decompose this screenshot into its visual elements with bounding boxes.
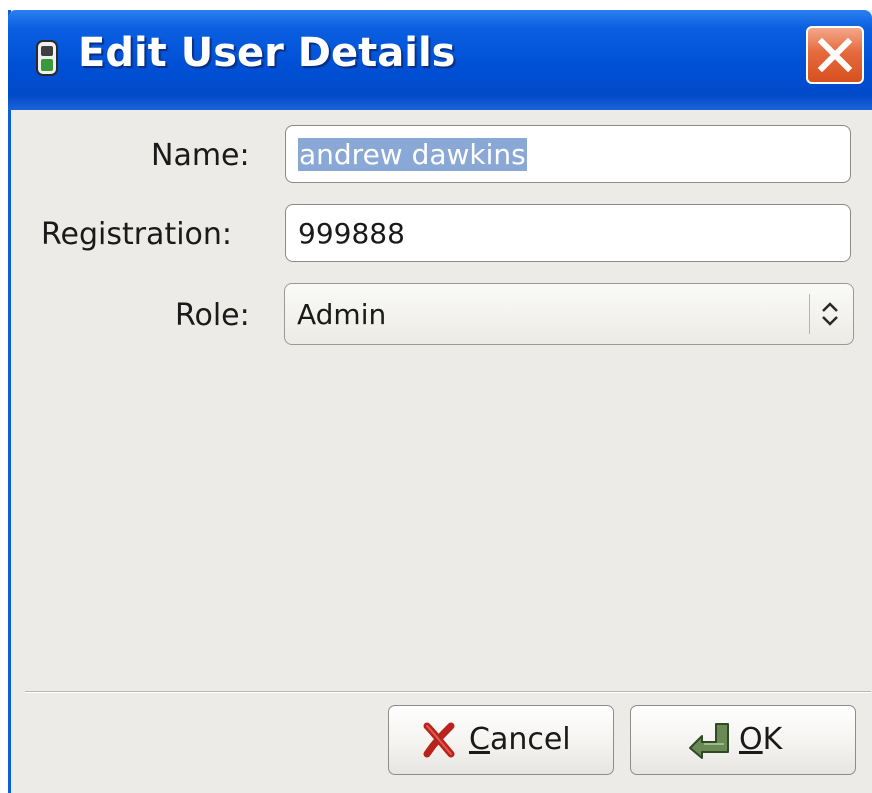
button-divider [25, 691, 871, 693]
name-input[interactable]: andrew dawkins [285, 125, 851, 183]
close-button[interactable] [806, 26, 864, 84]
role-select[interactable]: Admin [284, 283, 854, 345]
updown-arrows-icon [822, 302, 838, 326]
edit-user-dialog: Edit User Details Name: andrew dawkins R… [8, 10, 872, 793]
title-bar[interactable]: Edit User Details [8, 10, 872, 110]
ok-button[interactable]: OK [630, 705, 856, 775]
role-value: Admin [297, 298, 387, 331]
green-arrow-icon [689, 723, 729, 759]
registration-label: Registration: [41, 217, 233, 252]
cancel-button[interactable]: Cancel [388, 705, 614, 775]
window-title: Edit User Details [78, 30, 456, 76]
cancel-label: ancel [489, 722, 571, 757]
combo-separator [809, 294, 810, 334]
registration-value: 999888 [298, 217, 405, 250]
role-label: Role: [175, 298, 250, 333]
ok-label: K [762, 722, 783, 757]
red-x-icon [423, 722, 455, 758]
padlock-icon [36, 40, 58, 76]
cancel-mnemonic: C [469, 722, 490, 757]
close-icon [817, 37, 853, 73]
registration-input[interactable]: 999888 [285, 204, 851, 262]
ok-mnemonic: O [739, 722, 763, 757]
name-value: andrew dawkins [298, 138, 527, 171]
name-label: Name: [151, 138, 250, 173]
